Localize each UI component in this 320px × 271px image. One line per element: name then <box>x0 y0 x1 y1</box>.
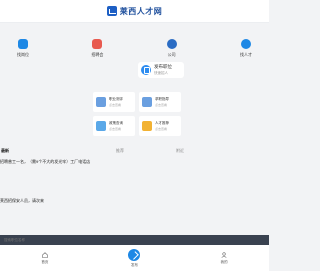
bottom-nav: 首页 发布 我的 <box>0 245 269 271</box>
quick-item-company[interactable]: 公司 <box>152 30 192 64</box>
service-grid: 职业测评 点击查看 求职指导 点击查看 政策查询 点击查看 人才推荐 点击查看 <box>93 92 181 136</box>
guide-icon <box>142 97 152 107</box>
service-title: 人才推荐 <box>155 121 169 125</box>
quick-item-label: 公司 <box>167 52 176 57</box>
service-title: 政策查询 <box>109 121 123 125</box>
post-job-subtitle: 快速招人 <box>154 71 168 75</box>
quick-item-label: 找人才 <box>239 52 252 57</box>
tab-recommended[interactable]: 推荐 <box>116 148 124 154</box>
book-icon <box>92 39 103 49</box>
quick-item-talent[interactable]: 找人才 <box>226 30 266 64</box>
chart-icon <box>142 121 152 131</box>
feed-tabs: 最新 推荐 附近 <box>0 146 269 156</box>
gear-icon <box>240 39 251 49</box>
service-sub: 点击查看 <box>155 103 168 107</box>
service-title: 职业测评 <box>109 97 123 101</box>
nav-profile[interactable]: 我的 <box>199 245 249 265</box>
service-sub: 点击查看 <box>109 127 122 131</box>
service-card[interactable]: 求职指导 点击查看 <box>139 92 181 112</box>
service-card[interactable]: 人才推荐 点击查看 <box>139 116 181 136</box>
quick-item-label: 招聘会 <box>91 52 104 57</box>
policy-icon <box>96 121 106 131</box>
quick-item-jobs[interactable]: 找岗位 <box>3 30 43 64</box>
search-input[interactable] <box>4 238 184 242</box>
quick-item-fair[interactable]: 招聘会 <box>77 30 117 64</box>
user-icon <box>221 252 227 258</box>
home-icon <box>42 252 48 258</box>
briefcase-icon <box>18 39 28 49</box>
quick-menu: 找岗位 招聘会 公司 找人才 <box>0 30 269 64</box>
logo-text: 莱西人才网 <box>119 6 163 16</box>
post-job-button[interactable]: 发布职位 快速招人 <box>138 62 184 78</box>
nav-label: 我的 <box>220 260 228 264</box>
tab-latest[interactable]: 最新 <box>1 148 9 154</box>
service-card[interactable]: 职业测评 点击查看 <box>93 92 135 112</box>
app-screen: 莱西人才网 找岗位 招聘会 公司 找人才 发布职位 快速招人 职业测评 点击查看… <box>0 0 269 271</box>
nav-label: 发布 <box>130 263 138 267</box>
send-icon <box>128 249 141 261</box>
service-sub: 点击查看 <box>155 127 168 131</box>
tab-nearby[interactable]: 附近 <box>176 148 184 154</box>
quick-item-label: 找岗位 <box>17 52 29 57</box>
list-item[interactable]: 莱西招保安人员，请次来 <box>0 198 44 204</box>
nav-home[interactable]: 首页 <box>20 245 70 265</box>
service-card[interactable]: 政策查询 点击查看 <box>93 116 135 136</box>
app-header: 莱西人才网 <box>0 0 269 23</box>
nav-label: 首页 <box>41 260 49 264</box>
post-job-title: 发布职位 <box>154 64 172 69</box>
service-sub: 点击查看 <box>109 103 122 107</box>
post-icon <box>141 65 151 75</box>
nav-publish[interactable]: 发布 <box>109 245 159 268</box>
logo-icon <box>106 6 117 16</box>
search-bar <box>0 235 269 245</box>
service-title: 求职指导 <box>155 97 169 101</box>
list-item[interactable]: 招聘普工一名，（需9个不大的发光牢）工厂电话店 <box>0 159 90 165</box>
person-icon <box>166 39 177 49</box>
assessment-icon <box>96 97 106 107</box>
